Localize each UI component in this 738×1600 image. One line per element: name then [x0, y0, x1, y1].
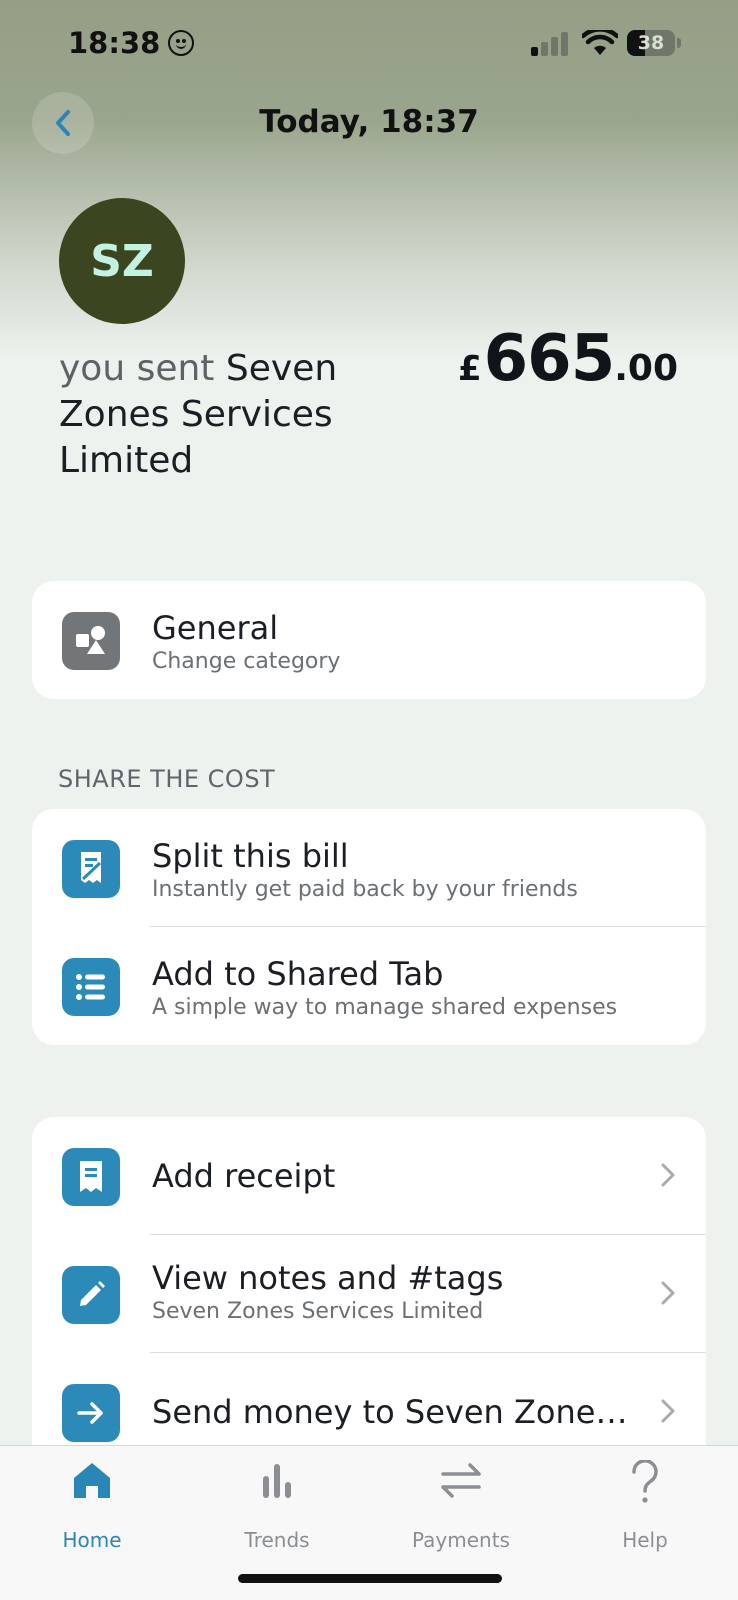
shapes-icon [62, 612, 120, 670]
send-money-title: Send money to Seven Zone… [152, 1393, 628, 1431]
shared-tab-title: Add to Shared Tab [152, 955, 444, 993]
battery-level: 38 [637, 32, 665, 54]
tab-payments[interactable]: Payments [391, 1446, 531, 1556]
shared-tab-row[interactable]: Add to Shared Tab A simple way to manage… [32, 927, 706, 1045]
add-receipt-row[interactable]: Add receipt [32, 1117, 706, 1235]
notes-tags-row[interactable]: View notes and #tags Seven Zones Service… [32, 1235, 706, 1353]
chevron-right-icon [661, 1399, 675, 1423]
home-indicator [238, 1574, 502, 1583]
page-title: Today, 18:37 [259, 104, 479, 140]
payments-icon [441, 1463, 481, 1498]
split-bill-title: Split this bill [152, 837, 349, 875]
transaction-description: you sent Seven Zones Services Limited [59, 346, 389, 484]
status-time-label: 18:38 [68, 26, 161, 60]
tab-trends[interactable]: Trends [207, 1446, 347, 1556]
tab-help[interactable]: Help [575, 1446, 715, 1556]
shared-tab-subtitle: A simple way to manage shared expenses [152, 995, 618, 1020]
share-card: Split this bill Instantly get paid back … [32, 809, 706, 1045]
home-icon [74, 1463, 110, 1498]
status-bar: 18:38 38 [0, 0, 738, 90]
split-bill-row[interactable]: Split this bill Instantly get paid back … [32, 809, 706, 927]
amount-whole: 665 [483, 322, 616, 396]
trends-icon [263, 1464, 291, 1498]
tab-home-label: Home [62, 1528, 122, 1552]
battery-icon: 38 [627, 30, 675, 56]
smiley-icon [168, 30, 195, 56]
split-bill-subtitle: Instantly get paid back by your friends [152, 877, 578, 902]
help-icon [632, 1460, 658, 1503]
category-title: General [152, 609, 279, 647]
tab-payments-label: Payments [412, 1528, 510, 1552]
receipt-icon [62, 1148, 120, 1206]
actions-card: Add receipt View notes and #tags Seven Z… [32, 1117, 706, 1457]
notes-tags-title: View notes and #tags [152, 1259, 504, 1297]
section-label-share: SHARE THE COST [58, 765, 276, 793]
transaction-amount: £ 665 .00 [458, 322, 678, 396]
cellular-signal-icon [531, 32, 571, 56]
pencil-icon [62, 1266, 120, 1324]
arrow-right-icon [62, 1384, 120, 1442]
battery-cap [677, 38, 681, 48]
split-bill-icon [62, 840, 120, 898]
list-icon [62, 958, 120, 1016]
wifi-icon [582, 30, 618, 55]
status-time: 18:38 [68, 26, 195, 60]
tab-trends-label: Trends [244, 1528, 310, 1552]
tab-help-label: Help [622, 1528, 668, 1552]
avatar-initials: SZ [90, 235, 154, 287]
tab-home[interactable]: Home [22, 1446, 162, 1556]
add-receipt-title: Add receipt [152, 1157, 336, 1195]
amount-decimal: .00 [614, 348, 678, 389]
category-subtitle: Change category [152, 649, 341, 674]
send-money-row[interactable]: Send money to Seven Zone… [32, 1353, 706, 1457]
amount-currency: £ [457, 349, 482, 389]
sent-prefix: you sent [59, 348, 215, 389]
chevron-right-icon [661, 1163, 675, 1187]
category-card[interactable]: General Change category [32, 581, 706, 699]
notes-tags-subtitle: Seven Zones Services Limited [152, 1299, 484, 1324]
chevron-right-icon [661, 1281, 675, 1305]
category-row[interactable]: General Change category [32, 581, 706, 699]
merchant-avatar[interactable]: SZ [59, 198, 185, 324]
